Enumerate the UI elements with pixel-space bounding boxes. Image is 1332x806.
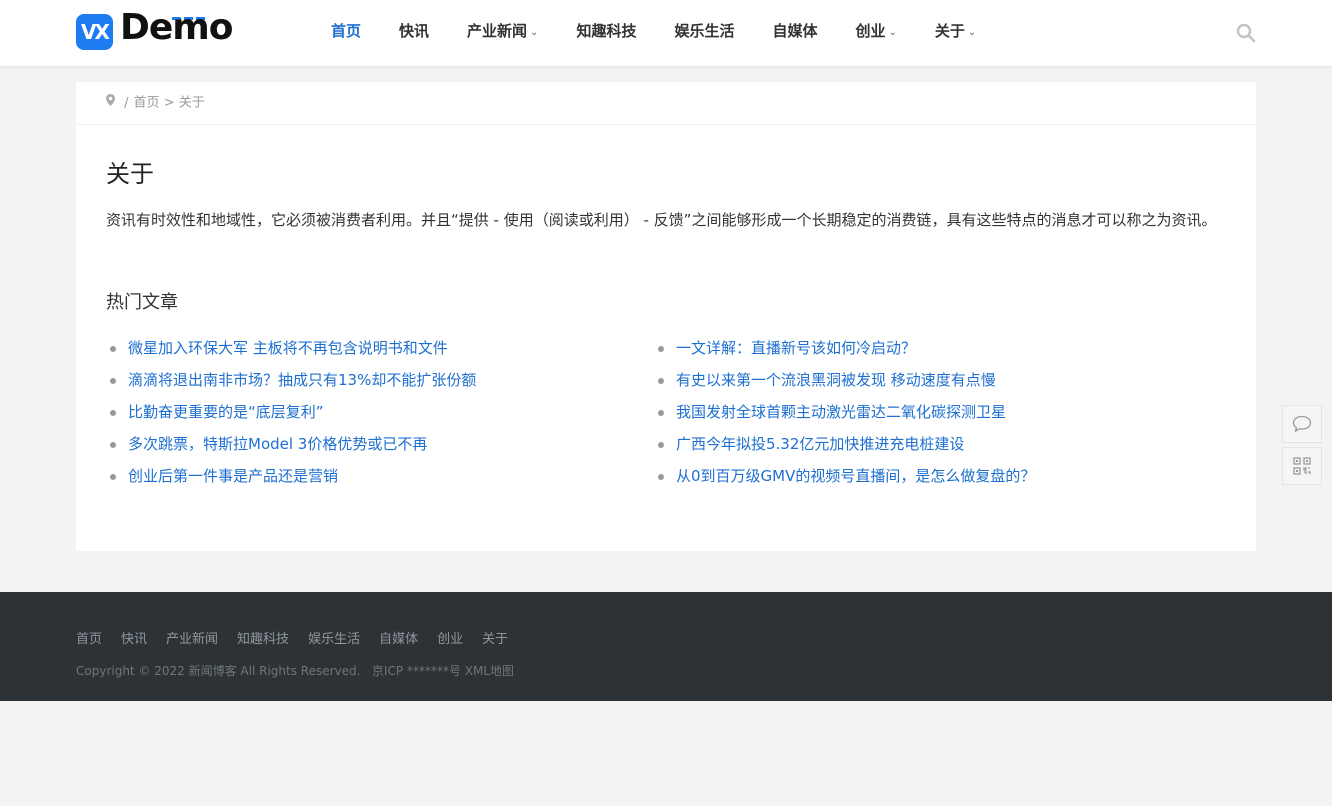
nav-label: 知趣科技: [576, 22, 637, 40]
nav-label: 关于: [934, 22, 965, 40]
nav-label: 首页: [331, 22, 362, 40]
nav-item-about[interactable]: 关于 ⌄: [935, 0, 976, 66]
nav-label: 自媒体: [772, 22, 818, 40]
article-link[interactable]: 滴滴将退出南非市场？抽成只有13%却不能扩张份额: [128, 371, 476, 389]
nav-item-flash[interactable]: 快讯: [399, 0, 429, 66]
site-logo[interactable]: VX Demo: [76, 7, 234, 51]
breadcrumb-home-link[interactable]: 首页: [134, 96, 160, 111]
bullet-icon: [110, 346, 116, 352]
list-item: 广西今年拟投5.32亿元加快推进充电桩建设: [654, 428, 1202, 460]
bullet-icon: [658, 378, 664, 384]
article-link[interactable]: 广西今年拟投5.32亿元加快推进充电桩建设: [676, 435, 964, 453]
list-item: 创业后第一件事是产品还是营销: [106, 460, 654, 492]
nav-label: 产业新闻: [467, 22, 528, 40]
logo-mark: VX: [76, 14, 113, 50]
nav-item-tech[interactable]: 知趣科技: [576, 0, 636, 66]
breadcrumb-slash: /: [124, 95, 129, 111]
sitemap-link[interactable]: XML地图: [465, 664, 514, 678]
article-link[interactable]: 有史以来第一个流浪黑洞被发现 移动速度有点慢: [676, 371, 996, 389]
hot-articles-list: 微星加入环保大军 主板将不再包含说明书和文件 一文详解：直播新号该如何冷启动？ …: [106, 332, 1236, 492]
footer-link-home[interactable]: 首页: [76, 628, 102, 647]
search-icon[interactable]: [1236, 23, 1256, 43]
list-item: 从0到百万级GMV的视频号直播间，是怎么做复盘的？: [654, 460, 1202, 492]
side-toolbar: [1282, 405, 1322, 489]
list-item: 滴滴将退出南非市场？抽成只有13%却不能扩张份额: [106, 364, 654, 396]
article-link[interactable]: 一文详解：直播新号该如何冷启动？: [676, 339, 916, 357]
list-item: 有史以来第一个流浪黑洞被发现 移动速度有点慢: [654, 364, 1202, 396]
content-card: / 首页 > 关于 关于 资讯有时效性和地域性，它必须被消费者利用。并且“提供 -…: [76, 82, 1256, 551]
bullet-icon: [110, 378, 116, 384]
nav-item-entertainment[interactable]: 娱乐生活: [674, 0, 734, 66]
main-nav: 首页 快讯 产业新闻 ⌄ 知趣科技 娱乐生活 自媒体 创业 ⌄ 关于 ⌄: [331, 0, 1014, 66]
list-item: 多次跳票，特斯拉Model 3价格优势或已不再: [106, 428, 654, 460]
footer-link-startup[interactable]: 创业: [437, 628, 463, 647]
footer-link-flash[interactable]: 快讯: [121, 628, 147, 647]
hot-articles-title: 热门文章: [106, 292, 178, 313]
comment-icon[interactable]: [1282, 405, 1322, 443]
bullet-icon: [110, 442, 116, 448]
footer-link-media[interactable]: 自媒体: [379, 628, 418, 647]
footer-link-about[interactable]: 关于: [482, 628, 508, 647]
copyright-text: Copyright © 2022 新闻博客 All Rights Reserve…: [76, 664, 361, 678]
logo-text: Demo: [120, 7, 234, 48]
icp-link[interactable]: 京ICP *******号: [372, 664, 461, 678]
bullet-icon: [110, 474, 116, 480]
bullet-icon: [110, 410, 116, 416]
nav-label: 快讯: [399, 22, 430, 40]
list-item: 一文详解：直播新号该如何冷启动？: [654, 332, 1202, 364]
bullet-icon: [658, 474, 664, 480]
article-link[interactable]: 多次跳票，特斯拉Model 3价格优势或已不再: [128, 435, 427, 453]
bullet-icon: [658, 442, 664, 448]
list-item: 我国发射全球首颗主动激光雷达二氧化碳探测卫星: [654, 396, 1202, 428]
chevron-down-icon: ⌄: [967, 27, 977, 38]
breadcrumb: / 首页 > 关于: [76, 82, 1256, 125]
chevron-down-icon: ⌄: [888, 27, 897, 38]
article-link[interactable]: 从0到百万级GMV的视频号直播间，是怎么做复盘的？: [676, 467, 1035, 485]
nav-item-media[interactable]: 自媒体: [772, 0, 817, 66]
breadcrumb-current: 关于: [178, 95, 205, 111]
nav-item-startup[interactable]: 创业 ⌄: [855, 0, 896, 66]
bullet-icon: [658, 410, 664, 416]
article-link[interactable]: 比勤奋更重要的是“底层复利”: [128, 403, 324, 421]
chevron-down-icon: ⌄: [530, 27, 539, 38]
nav-label: 创业: [855, 22, 886, 40]
copyright: Copyright © 2022 新闻博客 All Rights Reserve…: [76, 662, 514, 679]
site-header: VX Demo 首页 快讯 产业新闻 ⌄ 知趣科技 娱乐生活 自媒体 创业 ⌄ 关于…: [0, 0, 1332, 67]
article-link[interactable]: 创业后第一件事是产品还是营销: [128, 467, 338, 485]
page-intro: 资讯有时效性和地域性，它必须被消费者利用。并且“提供 - 使用（阅读或利用） -…: [106, 211, 1217, 229]
nav-label: 娱乐生活: [674, 22, 735, 40]
breadcrumb-separator: >: [163, 95, 175, 111]
site-footer: 首页 快讯 产业新闻 知趣科技 娱乐生活 自媒体 创业 关于 Copyright…: [0, 592, 1332, 701]
bullet-icon: [658, 346, 664, 352]
qrcode-icon[interactable]: [1282, 447, 1322, 485]
article-link[interactable]: 微星加入环保大军 主板将不再包含说明书和文件: [128, 339, 448, 357]
list-item: 微星加入环保大军 主板将不再包含说明书和文件: [106, 332, 654, 364]
footer-link-industry[interactable]: 产业新闻: [166, 628, 218, 647]
footer-link-entertainment[interactable]: 娱乐生活: [308, 628, 360, 647]
page-title: 关于: [106, 160, 154, 188]
article-link[interactable]: 我国发射全球首颗主动激光雷达二氧化碳探测卫星: [676, 403, 1006, 421]
footer-link-tech[interactable]: 知趣科技: [237, 628, 289, 647]
list-item: 比勤奋更重要的是“底层复利”: [106, 396, 654, 428]
nav-item-home[interactable]: 首页: [331, 0, 361, 66]
footer-nav: 首页 快讯 产业新闻 知趣科技 娱乐生活 自媒体 创业 关于: [76, 628, 527, 647]
location-pin-icon: [106, 82, 115, 124]
nav-item-industry[interactable]: 产业新闻 ⌄: [467, 0, 538, 66]
